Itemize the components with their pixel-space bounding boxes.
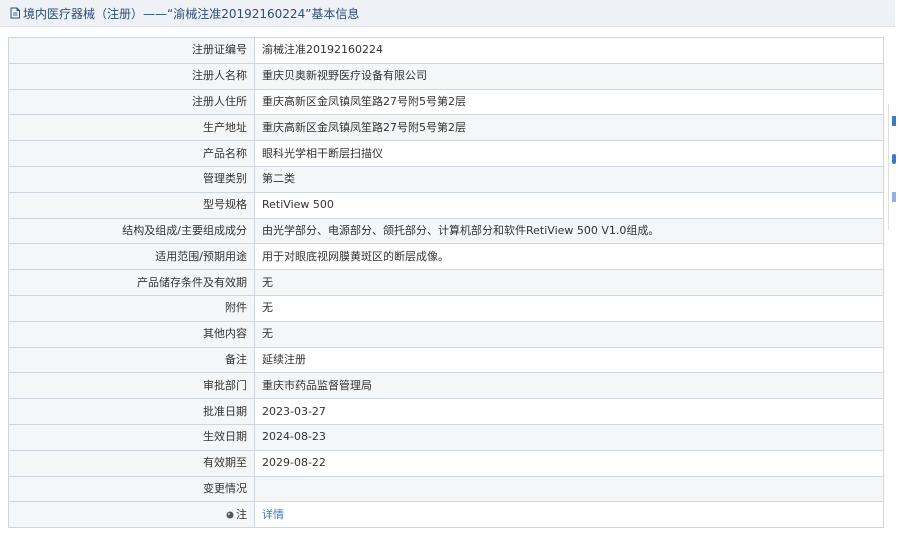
table-row: 产品储存条件及有效期无 [8, 269, 884, 296]
row-label: 变更情况 [8, 475, 255, 503]
document-icon [9, 7, 21, 19]
table-row: 变更情况 [8, 475, 884, 503]
table-row: 批准日期 2023-03-27 [8, 398, 884, 425]
table-row: 结构及组成/主要组成成分 由光学部分、电源部分、颌托部分、计算机部分和软件Reti… [8, 217, 884, 245]
table-row: 注册人住所 重庆高新区金凤镇凤笙路27号附5号第2层 [8, 88, 884, 116]
row-label: 有效期至 [8, 449, 255, 477]
row-value: 渝械注准20192160224 [254, 37, 884, 64]
row-label: 生产地址 [8, 114, 255, 142]
row-label: 生效日期 [8, 423, 255, 451]
row-value: 重庆高新区金凤镇凤笙路27号附5号第2层 [254, 88, 884, 116]
row-label: 型号规格 [8, 191, 255, 219]
page-header: 境内医疗器械（注册）——“渝械注准20192160224”基本信息 [0, 0, 895, 27]
table-row: 生产地址 重庆高新区金凤镇凤笙路27号附5号第2层 [8, 114, 884, 142]
side-tool-icon[interactable] [892, 154, 896, 164]
page-title: 境内医疗器械（注册）——“渝械注准20192160224”基本信息 [23, 6, 360, 21]
table-row: 其他内容无 [8, 320, 884, 348]
table-row: 有效期至 2029-08-22 [8, 449, 884, 477]
table-row: 注册人名称 重庆贝奥新视野医疗设备有限公司 [8, 62, 884, 90]
row-value: 2023-03-27 [254, 398, 884, 425]
row-value: 2029-08-22 [254, 449, 884, 477]
note-label-cell: 注 [8, 501, 255, 529]
row-label: 备注 [8, 346, 255, 374]
row-value: 由光学部分、电源部分、颌托部分、计算机部分和软件RetiView 500 V1.… [254, 217, 884, 245]
table-row: 适用范围/预期用途 用于对眼底视网膜黄斑区的断层成像。 [8, 243, 884, 271]
row-value: 无 [254, 269, 884, 296]
row-label: 结构及组成/主要组成成分 [8, 217, 255, 245]
table-row: 生效日期 2024-08-23 [8, 423, 884, 451]
row-value: 眼科光学相干断层扫描仪 [254, 140, 884, 167]
row-value: RetiView 500 [254, 191, 884, 219]
side-tool-icon[interactable] [892, 116, 896, 126]
row-label: 产品名称 [8, 140, 255, 167]
row-label: 注册人名称 [8, 62, 255, 90]
info-table: 注册证编号 渝械注准20192160224 注册人名称 重庆贝奥新视野医疗设备有限公司… [8, 37, 884, 529]
row-label: 适用范围/预期用途 [8, 243, 255, 271]
row-value: 重庆市药品监督管理局 [254, 372, 884, 400]
row-value: 用于对眼底视网膜黄斑区的断层成像。 [254, 243, 884, 271]
row-value: 无 [254, 320, 884, 348]
row-value [254, 475, 884, 503]
row-label: 批准日期 [8, 398, 255, 425]
side-toolbar [888, 104, 899, 230]
row-label: 其他内容 [8, 320, 255, 348]
table-row: 注册证编号 渝械注准20192160224 [8, 37, 884, 64]
note-value-cell: 详情 [254, 501, 884, 529]
table-row: 管理类别 第二类 [8, 165, 884, 193]
note-dot-icon [226, 509, 234, 519]
side-tool-icon[interactable] [892, 192, 896, 202]
row-value: 重庆高新区金凤镇凤笙路27号附5号第2层 [254, 114, 884, 142]
row-value: 2024-08-23 [254, 423, 884, 451]
table-row: 备注 延续注册 [8, 346, 884, 374]
row-label: 管理类别 [8, 165, 255, 193]
row-label: 产品储存条件及有效期 [8, 269, 255, 296]
table-row-note: 注 详情 [8, 501, 884, 529]
row-label: 附件 [8, 294, 255, 322]
table-row: 审批部门 重庆市药品监督管理局 [8, 372, 884, 400]
row-label: 注册人住所 [8, 88, 255, 116]
details-link[interactable]: 详情 [262, 508, 284, 521]
row-label: 审批部门 [8, 372, 255, 400]
table-row: 附件无 [8, 294, 884, 322]
table-row: 型号规格 RetiView 500 [8, 191, 884, 219]
table-row: 产品名称 眼科光学相干断层扫描仪 [8, 140, 884, 167]
row-value: 延续注册 [254, 346, 884, 374]
row-value: 重庆贝奥新视野医疗设备有限公司 [254, 62, 884, 90]
note-label: 注 [236, 507, 247, 521]
row-value: 无 [254, 294, 884, 322]
row-value: 第二类 [254, 165, 884, 193]
row-label: 注册证编号 [8, 37, 255, 64]
